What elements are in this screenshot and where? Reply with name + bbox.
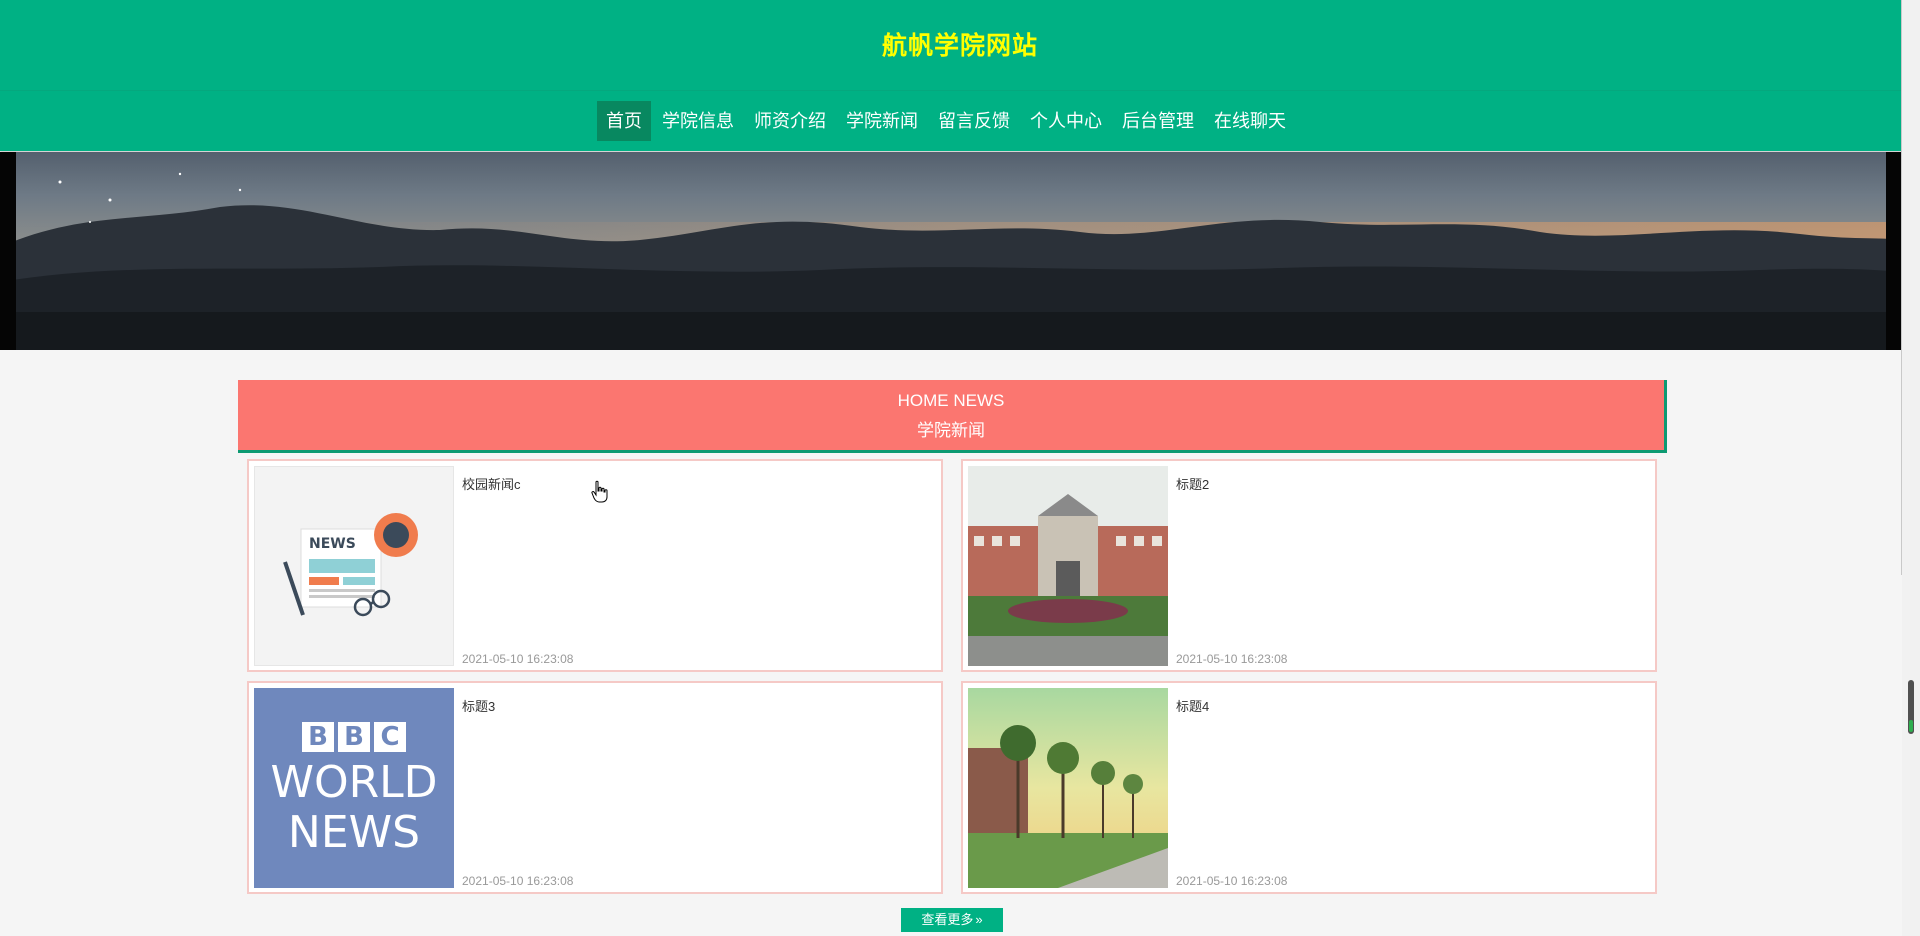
nav-item-college-info[interactable]: 学院信息 (653, 101, 743, 141)
news-section-header: HOME NEWS 学院新闻 (238, 380, 1667, 453)
nav-item-faculty[interactable]: 师资介绍 (745, 101, 835, 141)
bbc-world-news-logo: B B C WORLD NEWS (254, 688, 454, 888)
campus-building-photo (968, 466, 1168, 666)
view-more-label: 查看更多 (921, 912, 974, 927)
news-title[interactable]: 标题3 (462, 696, 495, 715)
hero-banner (0, 152, 1902, 350)
scrollbar-thumb-accent (1909, 720, 1913, 732)
nav-item-feedback[interactable]: 留言反馈 (929, 101, 1019, 141)
banner-left-edge (0, 152, 16, 350)
nav-item-admin[interactable]: 后台管理 (1113, 101, 1203, 141)
news-title[interactable]: 标题2 (1176, 474, 1209, 493)
news-time: 2021-05-10 16:23:08 (462, 652, 574, 666)
news-thumbnail[interactable]: NEWS (254, 466, 454, 666)
svg-text:NEWS: NEWS (309, 536, 356, 552)
logo-text-world: WORLD (270, 757, 438, 808)
banner-right-edge (1886, 152, 1902, 350)
news-card[interactable]: B B C WORLD NEWS 标题3 2021-05-10 16:23:08 (247, 681, 943, 894)
hand-pointer-cursor-icon (591, 480, 608, 503)
site-header: 航帆学院网站 (0, 0, 1920, 90)
nav-item-online-chat[interactable]: 在线聊天 (1205, 101, 1295, 141)
section-title-cn: 学院新闻 (917, 421, 985, 440)
site-title: 航帆学院网站 (881, 32, 1038, 60)
news-title[interactable]: 校园新闻c (462, 474, 521, 493)
double-chevron-right-icon: » (975, 912, 983, 927)
nav-list: 首页 学院信息 师资介绍 学院新闻 留言反馈 个人中心 后台管理 在线聊天 (597, 101, 1297, 141)
news-time: 2021-05-10 16:23:08 (1176, 652, 1288, 666)
logo-text-news: NEWS (287, 807, 421, 858)
page-scrollbar[interactable] (1902, 0, 1920, 936)
news-card[interactable]: 标题4 2021-05-10 16:23:08 (961, 681, 1657, 894)
sunset-mountains-image (0, 172, 1902, 350)
news-thumbnail[interactable]: B B C WORLD NEWS (254, 688, 454, 888)
main-nav: 首页 学院信息 师资介绍 学院新闻 留言反馈 个人中心 后台管理 在线聊天 (0, 90, 1920, 151)
news-card[interactable]: 标题2 2021-05-10 16:23:08 (961, 459, 1657, 672)
campus-trees-photo (968, 688, 1168, 888)
nav-item-college-news[interactable]: 学院新闻 (837, 101, 927, 141)
news-thumbnail[interactable] (968, 688, 1168, 888)
nav-item-home[interactable]: 首页 (597, 101, 651, 141)
news-title[interactable]: 标题4 (1176, 696, 1209, 715)
news-time: 2021-05-10 16:23:08 (462, 874, 574, 888)
news-thumbnail[interactable] (968, 466, 1168, 666)
view-more-button[interactable]: 查看更多» (901, 908, 1003, 932)
nav-item-personal-center[interactable]: 个人中心 (1021, 101, 1111, 141)
news-time: 2021-05-10 16:23:08 (1176, 874, 1288, 888)
section-title-en: HOME NEWS (897, 391, 1005, 410)
newspaper-illustration-icon: NEWS (283, 513, 418, 617)
